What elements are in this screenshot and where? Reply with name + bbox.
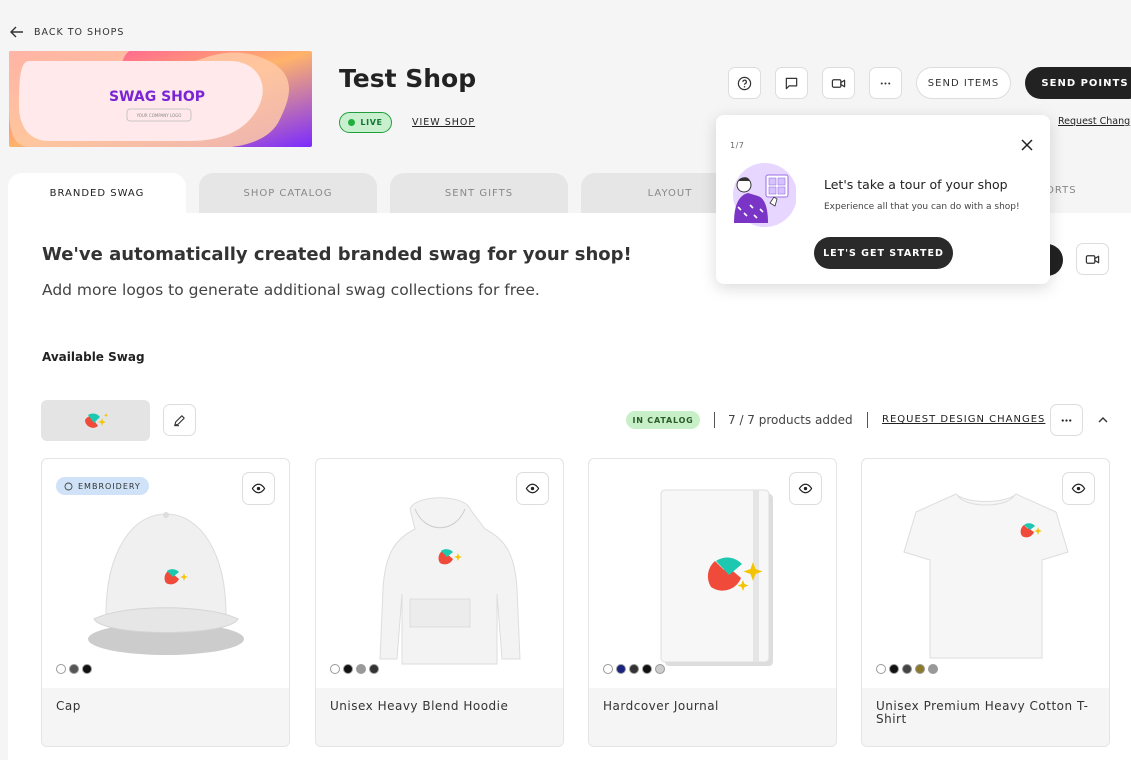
ellipsis-icon — [880, 81, 891, 85]
tour-illustration — [733, 163, 796, 227]
tour-popover: 1/7 Let's take a tour of your shop Exper… — [716, 115, 1050, 284]
close-icon[interactable] — [1019, 137, 1035, 153]
banner-title: SWAG SHOP — [109, 89, 205, 105]
tab-sent-gifts[interactable]: SENT GIFTS — [390, 173, 568, 213]
in-catalog-badge: IN CATALOG — [626, 411, 700, 429]
tour-title: Let's take a tour of your shop — [824, 177, 1008, 192]
cap-image — [87, 511, 244, 655]
edit-logo-button[interactable] — [163, 404, 196, 436]
swatch-charcoal[interactable] — [369, 664, 379, 674]
product-card-tshirt[interactable]: Unisex Premium Heavy Cotton T-Shirt — [861, 458, 1110, 747]
edit-pencil-icon — [174, 414, 185, 426]
tour-step-indicator: 1/7 — [730, 141, 745, 150]
logo-collection-tab[interactable] — [41, 400, 150, 441]
journal-image — [660, 489, 773, 666]
product-name: Cap — [42, 688, 289, 746]
product-name: Unisex Heavy Blend Hoodie — [316, 688, 563, 746]
shop-banner: SWAG SHOP YOUR COMPANY LOGO — [9, 51, 312, 147]
swag-headline: We've automatically created branded swag… — [42, 244, 632, 265]
swatch-charcoal[interactable] — [629, 664, 639, 674]
swatch-gray[interactable] — [69, 664, 79, 674]
swag-subline: Add more logos to generate additional sw… — [42, 281, 540, 299]
swatch-white[interactable] — [330, 664, 340, 674]
swatch-navy[interactable] — [616, 664, 626, 674]
color-swatches — [876, 664, 938, 674]
company-logo-icon — [84, 412, 108, 428]
products-added-count: 7 / 7 products added — [728, 413, 853, 427]
request-design-changes-link[interactable]: REQUEST DESIGN CHANGES — [882, 414, 1045, 425]
more-actions-button[interactable] — [869, 67, 902, 99]
send-points-button[interactable]: SEND POINTS — [1025, 67, 1131, 99]
product-name: Hardcover Journal — [589, 688, 836, 746]
live-status-badge: LIVE — [339, 112, 392, 133]
video-button[interactable] — [822, 67, 855, 99]
live-status-label: LIVE — [360, 118, 383, 127]
hoodie-image — [378, 496, 521, 664]
chat-bubble-icon — [785, 77, 798, 89]
video-guide-button[interactable] — [1076, 243, 1109, 275]
swatch-black[interactable] — [82, 664, 92, 674]
product-card-journal[interactable]: Hardcover Journal — [588, 458, 837, 747]
eye-icon — [1071, 483, 1086, 494]
product-card-cap[interactable]: EMBROIDERY Cap — [41, 458, 290, 747]
video-camera-icon — [1085, 254, 1100, 264]
swatch-light-gray[interactable] — [655, 664, 665, 674]
swatch-black[interactable] — [889, 664, 899, 674]
question-circle-icon — [737, 76, 752, 90]
divider — [867, 412, 868, 428]
start-tour-button[interactable]: LET'S GET STARTED — [814, 237, 953, 269]
arrow-left-icon — [10, 26, 23, 38]
swatch-black[interactable] — [343, 664, 353, 674]
shop-title: Test Shop — [339, 64, 477, 93]
swatch-olive[interactable] — [915, 664, 925, 674]
send-items-button[interactable]: SEND ITEMS — [916, 67, 1011, 99]
color-swatches — [603, 664, 665, 674]
collection-more-button[interactable] — [1050, 404, 1083, 436]
preview-button[interactable] — [789, 472, 822, 505]
tshirt-image — [902, 492, 1069, 658]
chevron-up-icon[interactable] — [1096, 413, 1110, 427]
divider — [714, 412, 715, 428]
swatch-white[interactable] — [876, 664, 886, 674]
video-camera-icon — [831, 78, 846, 88]
embroidery-label: EMBROIDERY — [78, 481, 141, 491]
color-swatches — [56, 664, 92, 674]
help-button[interactable] — [728, 67, 761, 99]
eye-icon — [798, 483, 813, 494]
swatch-gray[interactable] — [928, 664, 938, 674]
embroidery-icon — [64, 482, 73, 490]
product-name: Unisex Premium Heavy Cotton T-Shirt — [862, 688, 1109, 746]
preview-button[interactable] — [242, 472, 275, 505]
available-swag-heading: Available Swag — [42, 350, 145, 364]
live-dot-icon — [348, 119, 356, 126]
preview-button[interactable] — [516, 472, 549, 505]
swatch-gray[interactable] — [356, 664, 366, 674]
tab-branded-swag[interactable]: BRANDED SWAG — [8, 173, 186, 213]
color-swatches — [330, 664, 379, 674]
swatch-white[interactable] — [56, 664, 66, 674]
tab-reports-label: ORTS — [1046, 185, 1077, 196]
back-to-shops-link[interactable]: BACK TO SHOPS — [10, 26, 124, 38]
ellipsis-icon — [1061, 418, 1072, 422]
embroidery-badge: EMBROIDERY — [56, 477, 149, 495]
eye-icon — [251, 483, 266, 494]
swatch-white[interactable] — [603, 664, 613, 674]
chat-button[interactable] — [775, 67, 808, 99]
tour-subtitle: Experience all that you can do with a sh… — [824, 202, 1020, 212]
request-change-link[interactable]: Request Chang — [1058, 116, 1130, 127]
swatch-charcoal[interactable] — [902, 664, 912, 674]
banner-subtitle: YOUR COMPANY LOGO — [136, 113, 182, 118]
preview-button[interactable] — [1062, 472, 1095, 505]
back-label: BACK TO SHOPS — [34, 26, 125, 38]
eye-icon — [525, 483, 540, 494]
product-card-hoodie[interactable]: Unisex Heavy Blend Hoodie — [315, 458, 564, 747]
tab-shop-catalog[interactable]: SHOP CATALOG — [199, 173, 377, 213]
view-shop-link[interactable]: VIEW SHOP — [412, 117, 475, 128]
swatch-black[interactable] — [642, 664, 652, 674]
